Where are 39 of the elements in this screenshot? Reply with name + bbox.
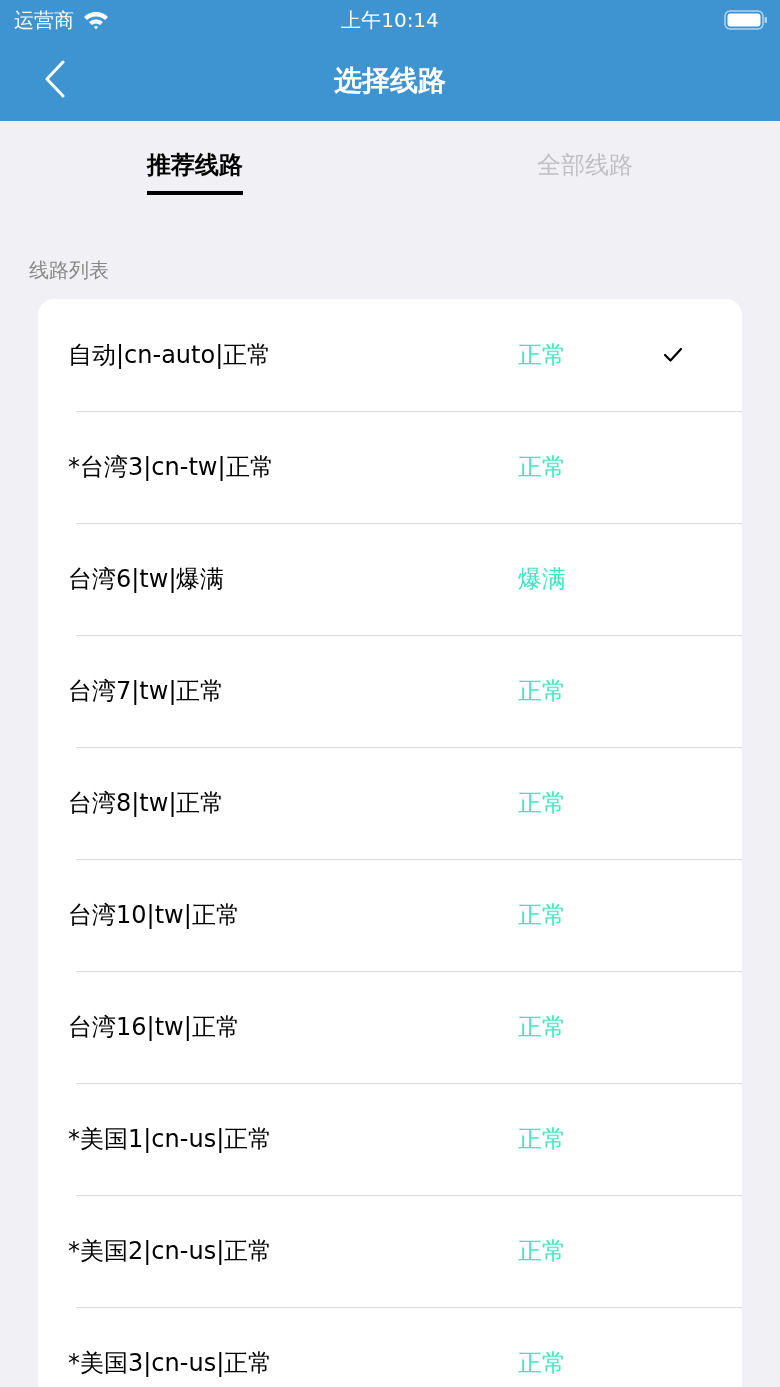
route-item[interactable]: 台湾6|tw|爆满 爆满 [38, 523, 742, 635]
route-status: 正常 [518, 1348, 567, 1379]
route-name: 自动|cn-auto|正常 [68, 340, 273, 371]
page-title: 选择线路 [334, 62, 446, 99]
back-icon [44, 60, 66, 98]
route-status: 正常 [518, 1236, 567, 1267]
route-item[interactable]: *美国1|cn-us|正常 正常 [38, 1083, 742, 1195]
route-item[interactable]: 自动|cn-auto|正常 正常 [38, 299, 742, 411]
route-status: 正常 [518, 1012, 567, 1043]
battery-icon [724, 10, 768, 30]
route-status: 正常 [518, 676, 567, 707]
route-item[interactable]: *美国3|cn-us|正常 正常 [38, 1307, 742, 1387]
route-name: 台湾6|tw|爆满 [68, 564, 226, 595]
wifi-icon [82, 10, 110, 30]
route-name: 台湾10|tw|正常 [68, 900, 241, 931]
tab[interactable]: 推荐线路 [147, 139, 243, 195]
route-name: *台湾3|cn-tw|正常 [68, 452, 275, 483]
route-status: 正常 [518, 452, 567, 483]
route-name: *美国2|cn-us|正常 [68, 1236, 274, 1267]
route-status: 正常 [518, 340, 567, 371]
route-status: 正常 [518, 900, 567, 931]
route-item[interactable]: 台湾7|tw|正常 正常 [38, 635, 742, 747]
route-name: 台湾16|tw|正常 [68, 1012, 241, 1043]
route-item[interactable]: 台湾8|tw|正常 正常 [38, 747, 742, 859]
route-name: 台湾7|tw|正常 [68, 676, 226, 707]
route-name: *美国1|cn-us|正常 [68, 1124, 274, 1155]
route-item[interactable]: *美国2|cn-us|正常 正常 [38, 1195, 742, 1307]
route-item[interactable]: 台湾16|tw|正常 正常 [38, 971, 742, 1083]
route-status: 正常 [518, 1124, 567, 1155]
route-name: 台湾8|tw|正常 [68, 788, 226, 819]
route-status: 爆满 [518, 564, 567, 595]
route-item[interactable]: *台湾3|cn-tw|正常 正常 [38, 411, 742, 523]
carrier-name: 运营商 [14, 6, 74, 34]
status-time: 上午10:14 [341, 6, 439, 34]
route-item[interactable]: 台湾10|tw|正常 正常 [38, 859, 742, 971]
route-name: *美国3|cn-us|正常 [68, 1348, 274, 1379]
section-title: 线路列表 [28, 257, 110, 284]
back-button[interactable] [44, 60, 66, 98]
route-status: 正常 [518, 788, 567, 819]
